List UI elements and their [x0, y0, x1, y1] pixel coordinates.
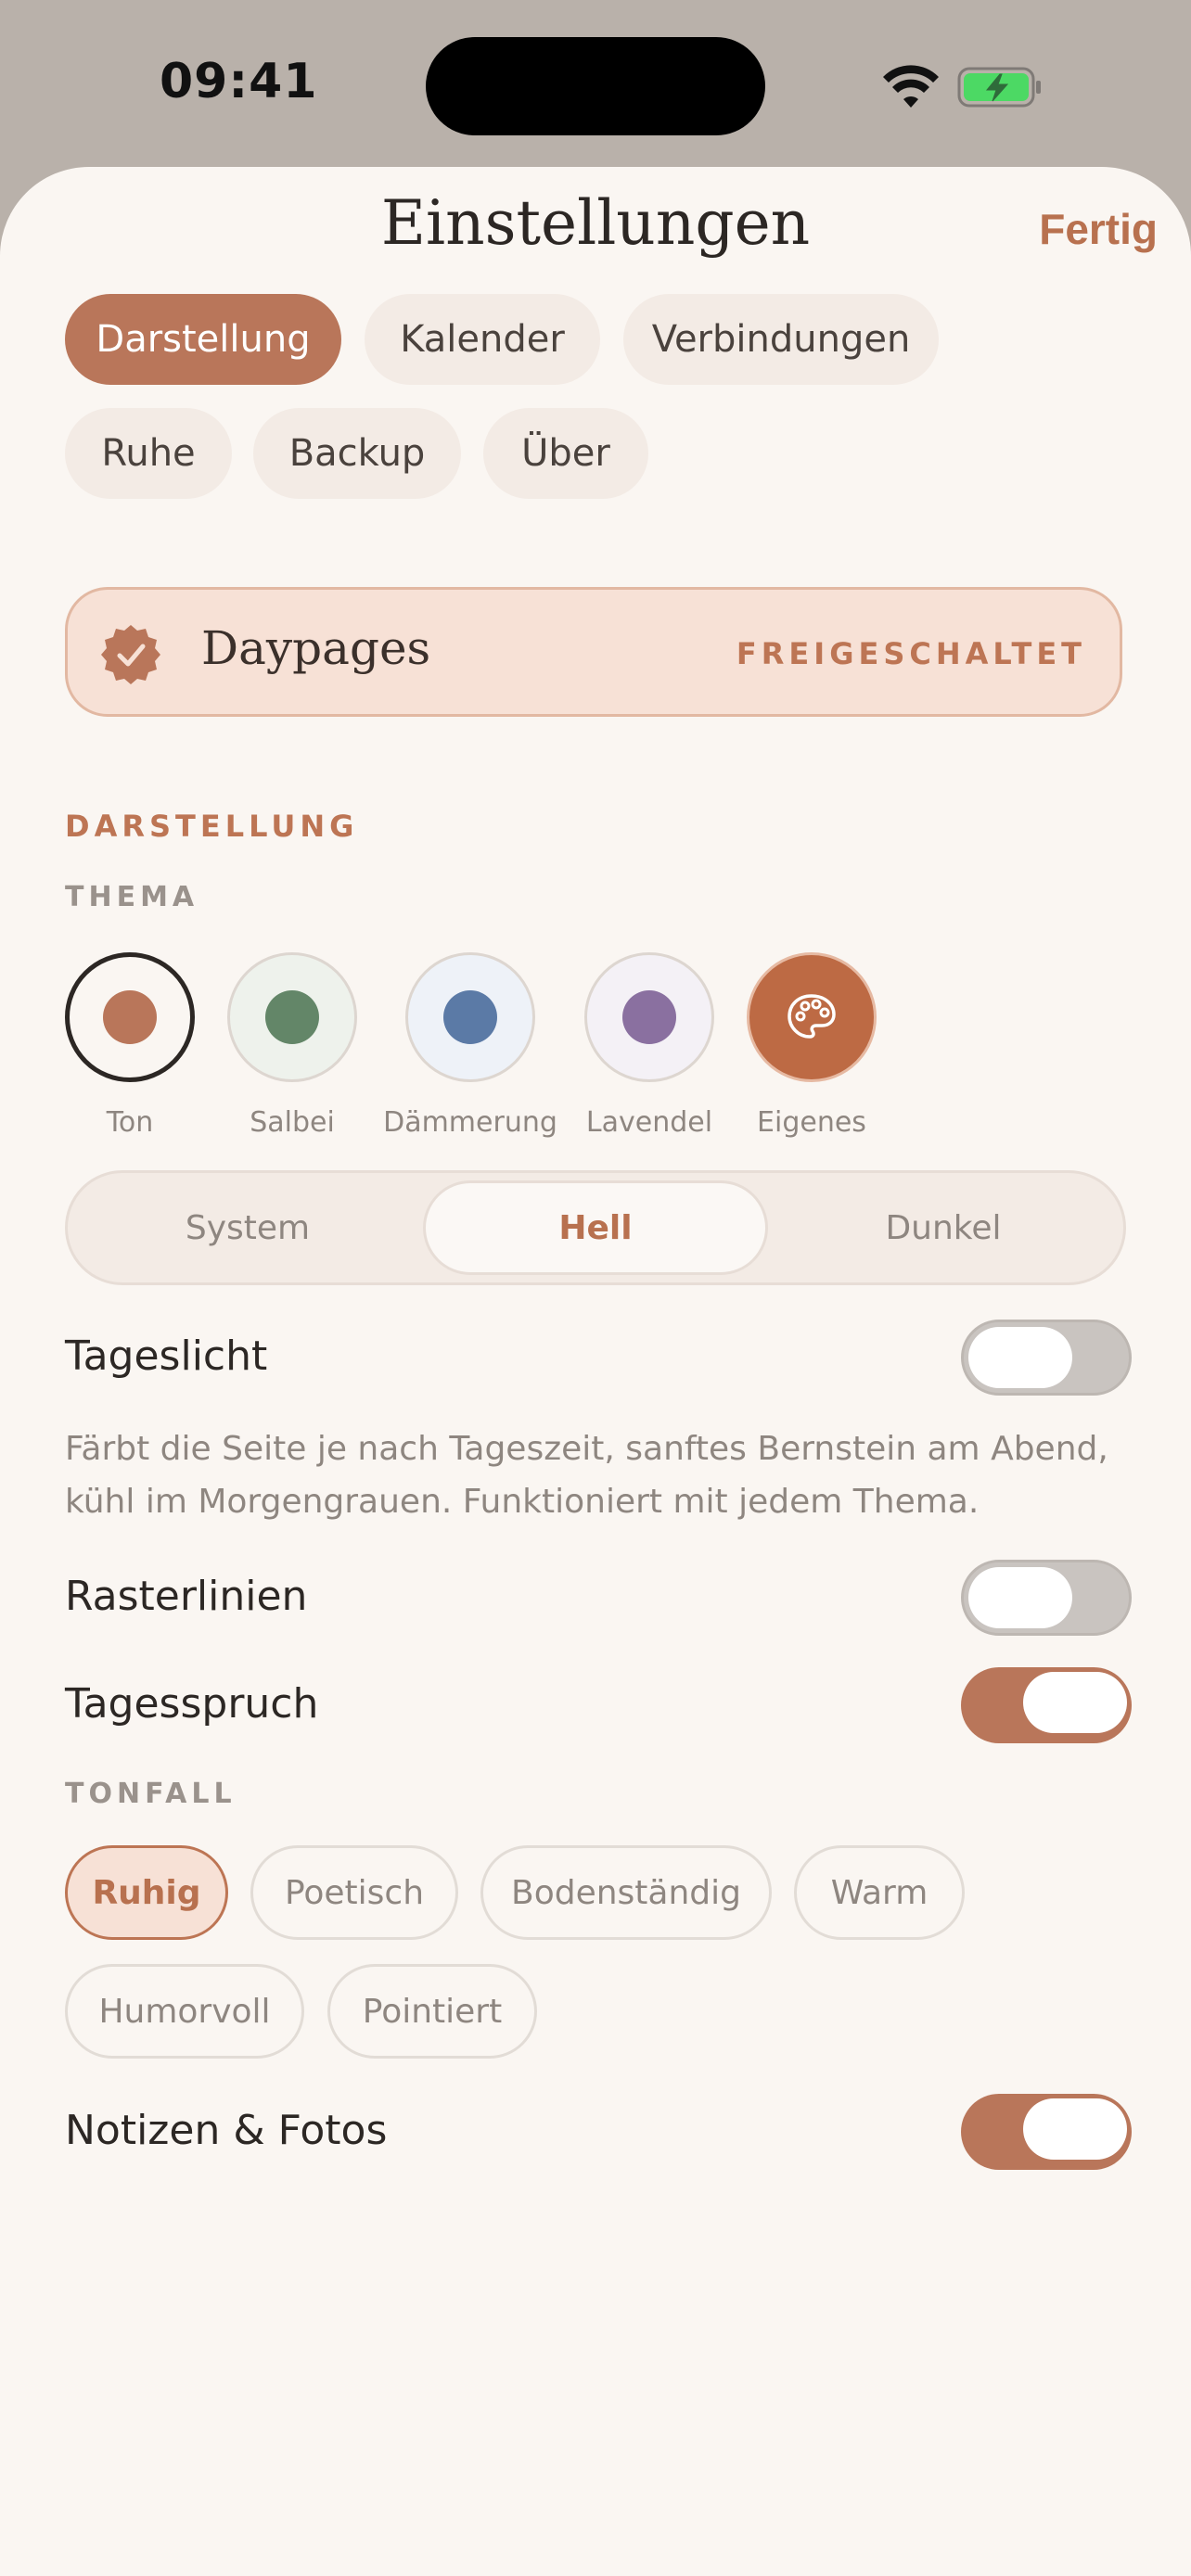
wifi-icon	[883, 65, 939, 108]
unlocked-status: FREIGESCHALTET	[736, 636, 1086, 671]
daily-quote-toggle[interactable]	[961, 1667, 1132, 1743]
status-time: 09:41	[160, 54, 318, 109]
theme-label: THEMA	[65, 881, 199, 913]
app-name: Daypages	[201, 621, 431, 675]
tone-chip-pointiert[interactable]: Pointiert	[327, 1964, 537, 2059]
tab-ruhe[interactable]: Ruhe	[65, 408, 232, 499]
theme-daemmerung[interactable]: Dämmerung	[383, 952, 557, 1139]
palette-icon	[788, 994, 836, 1039]
daylight-description: Färbt die Seite je nach Tageszeit, sanft…	[65, 1430, 1108, 1521]
theme-lavendel[interactable]: Lavendel	[584, 952, 714, 1139]
tone-label: TONFALL	[65, 1778, 237, 1810]
mode-segmented-control: System Hell Dunkel	[65, 1170, 1126, 1285]
theme-ton[interactable]: Ton	[65, 952, 195, 1139]
check-badge-icon	[101, 625, 160, 684]
mode-hell[interactable]: Hell	[423, 1180, 768, 1275]
tone-chip-poetisch[interactable]: Poetisch	[250, 1845, 458, 1940]
dynamic-island	[426, 37, 765, 135]
tab-verbindungen[interactable]: Verbindungen	[623, 294, 939, 385]
notes-photos-label: Notizen & Fotos	[65, 2107, 388, 2154]
tone-chip-bodenstaendig[interactable]: Bodenständig	[480, 1845, 772, 1940]
settings-sheet: Einstellungen Fertig Darstellung Kalende…	[0, 167, 1191, 2576]
theme-label-eigenes: Eigenes	[757, 1106, 866, 1139]
mode-system[interactable]: System	[75, 1180, 420, 1275]
daylight-toggle[interactable]	[961, 1320, 1132, 1396]
section-title: DARSTELLUNG	[65, 809, 359, 844]
tab-ueber[interactable]: Über	[483, 408, 648, 499]
daily-quote-label: Tagesspruch	[65, 1680, 319, 1728]
theme-eigenes[interactable]: Eigenes	[747, 952, 877, 1139]
unlocked-banner: Daypages FREIGESCHALTET	[65, 587, 1122, 717]
tab-darstellung[interactable]: Darstellung	[65, 294, 341, 385]
gridlines-toggle[interactable]	[961, 1560, 1132, 1636]
battery-charging-icon	[957, 67, 1041, 108]
notes-photos-toggle[interactable]	[961, 2094, 1132, 2170]
theme-salbei[interactable]: Salbei	[227, 952, 357, 1139]
gridlines-label: Rasterlinien	[65, 1573, 308, 1620]
tone-chip-humorvoll[interactable]: Humorvoll	[65, 1964, 304, 2059]
daylight-label: Tageslicht	[65, 1333, 268, 1380]
tab-kalender[interactable]: Kalender	[365, 294, 600, 385]
sheet-title: Einstellungen	[380, 187, 811, 259]
done-button[interactable]: Fertig	[1039, 204, 1158, 254]
tone-chip-warm[interactable]: Warm	[794, 1845, 965, 1940]
mode-dunkel[interactable]: Dunkel	[771, 1180, 1116, 1275]
tab-backup[interactable]: Backup	[253, 408, 461, 499]
tone-chip-ruhig[interactable]: Ruhig	[65, 1845, 228, 1940]
